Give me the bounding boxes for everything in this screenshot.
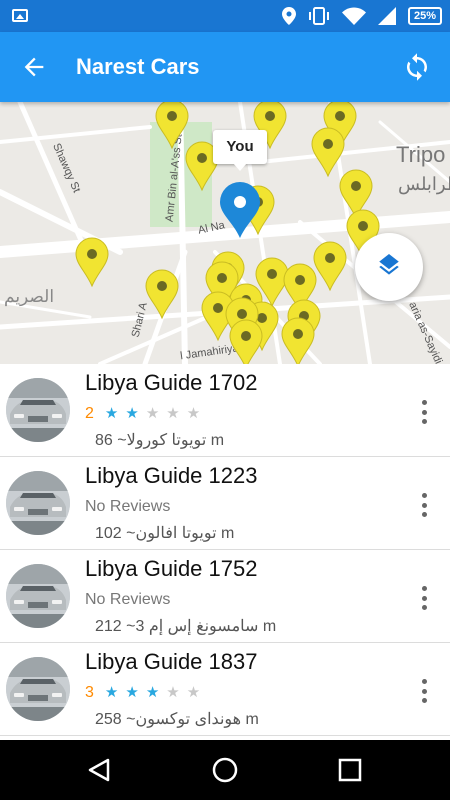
car-photo xyxy=(6,378,70,442)
star-empty-icon: ★ xyxy=(166,405,180,422)
back-triangle-icon[interactable] xyxy=(86,757,112,783)
car-list[interactable]: Libya Guide 1702 2 ★ ★ ★ ★ ★ تويوتا كورولا~ 8… xyxy=(0,364,450,740)
system-nav-bar xyxy=(0,740,450,800)
car-details: تويوتا كورولا~ 86 m xyxy=(85,430,224,450)
car-pin-icon[interactable] xyxy=(75,237,109,288)
car-name: Libya Guide 1702 xyxy=(85,370,258,395)
star-empty-icon: ★ xyxy=(186,684,201,701)
page-title: Narest Cars xyxy=(76,54,200,79)
rating-number: 3 xyxy=(85,684,94,701)
car-pin-icon[interactable] xyxy=(155,102,189,150)
car-details: هونداى توكسون~ 258 m xyxy=(85,709,259,729)
car-name: Libya Guide 1223 xyxy=(85,463,258,488)
layers-icon xyxy=(379,254,399,275)
list-item[interactable]: Libya Guide 1702 2 ★ ★ ★ ★ ★ تويوتا كورولا~ 8… xyxy=(0,364,450,457)
car-photo xyxy=(6,657,70,721)
car-photo xyxy=(6,564,70,628)
star-filled-icon: ★ xyxy=(104,405,119,422)
car-name: Libya Guide 1837 xyxy=(85,649,258,674)
list-item[interactable]: Libya Guide 1223 No Reviews تويوتا افالو… xyxy=(0,457,450,550)
home-circle-icon[interactable] xyxy=(211,756,239,784)
car-details: سامسونغ إس إم 3~ 212 m xyxy=(85,616,276,636)
arrow-back-icon[interactable] xyxy=(20,53,48,81)
user-location-pin-icon[interactable] xyxy=(220,182,260,238)
battery-icon: 25% xyxy=(408,7,442,25)
sync-icon[interactable] xyxy=(402,52,432,82)
status-icons: 25% xyxy=(282,6,442,26)
more-options-icon[interactable] xyxy=(420,400,428,424)
more-options-icon[interactable] xyxy=(420,493,428,517)
you-label: You xyxy=(226,138,254,155)
status-bar: 25% xyxy=(0,0,450,32)
car-pin-icon[interactable] xyxy=(281,317,315,364)
star-filled-icon: ★ xyxy=(125,405,139,422)
car-pin-icon[interactable] xyxy=(311,127,345,178)
list-item[interactable]: Libya Guide 1752 No Reviews سامسونغ إس إ… xyxy=(0,550,450,643)
rating: 3 ★ ★ ★ ★ ★ xyxy=(85,683,200,703)
star-empty-icon: ★ xyxy=(166,684,180,701)
more-options-icon[interactable] xyxy=(420,586,428,610)
rating: No Reviews xyxy=(85,590,170,610)
star-empty-icon: ★ xyxy=(186,405,201,422)
more-options-icon[interactable] xyxy=(420,679,428,703)
car-pin-icon[interactable] xyxy=(313,241,347,292)
map-view[interactable]: Shawqy St Amr Bin al-A'ss St Al Na Shari… xyxy=(0,102,450,364)
car-name: Libya Guide 1752 xyxy=(85,556,258,581)
car-model: سامسونغ إس إم 3 xyxy=(135,618,259,635)
list-item[interactable]: Libya Guide 1837 3 ★ ★ ★ ★ ★ هونداى توكسون~ 2… xyxy=(0,643,450,736)
app-bar: Narest Cars xyxy=(0,32,450,102)
layers-button[interactable] xyxy=(355,233,423,301)
star-filled-icon: ★ xyxy=(104,684,119,701)
car-details: تويوتا افالون~ 102 m xyxy=(85,523,234,543)
car-photo xyxy=(6,471,70,535)
rating-number: 2 xyxy=(85,405,94,422)
no-reviews-label: No Reviews xyxy=(85,498,171,515)
star-filled-icon: ★ xyxy=(145,684,160,701)
signal-icon xyxy=(378,7,396,25)
car-pin-icon[interactable] xyxy=(145,269,179,320)
car-model: تويوتا افالون xyxy=(135,525,217,542)
star-empty-icon: ★ xyxy=(145,405,160,422)
vibrate-icon xyxy=(309,7,329,25)
car-model: تويوتا كورولا xyxy=(126,432,207,449)
location-icon xyxy=(282,7,296,25)
wifi-icon xyxy=(342,7,366,25)
car-pin-icon[interactable] xyxy=(229,319,263,364)
rating: No Reviews xyxy=(85,497,170,517)
no-reviews-label: No Reviews xyxy=(85,591,171,608)
battery-level: 25% xyxy=(413,10,437,22)
star-filled-icon: ★ xyxy=(125,684,139,701)
image-icon xyxy=(12,9,28,22)
recents-square-icon[interactable] xyxy=(338,758,362,782)
you-callout: You xyxy=(213,130,267,171)
rating: 2 ★ ★ ★ ★ ★ xyxy=(85,404,200,424)
car-model: هونداى توكسون xyxy=(135,711,242,728)
